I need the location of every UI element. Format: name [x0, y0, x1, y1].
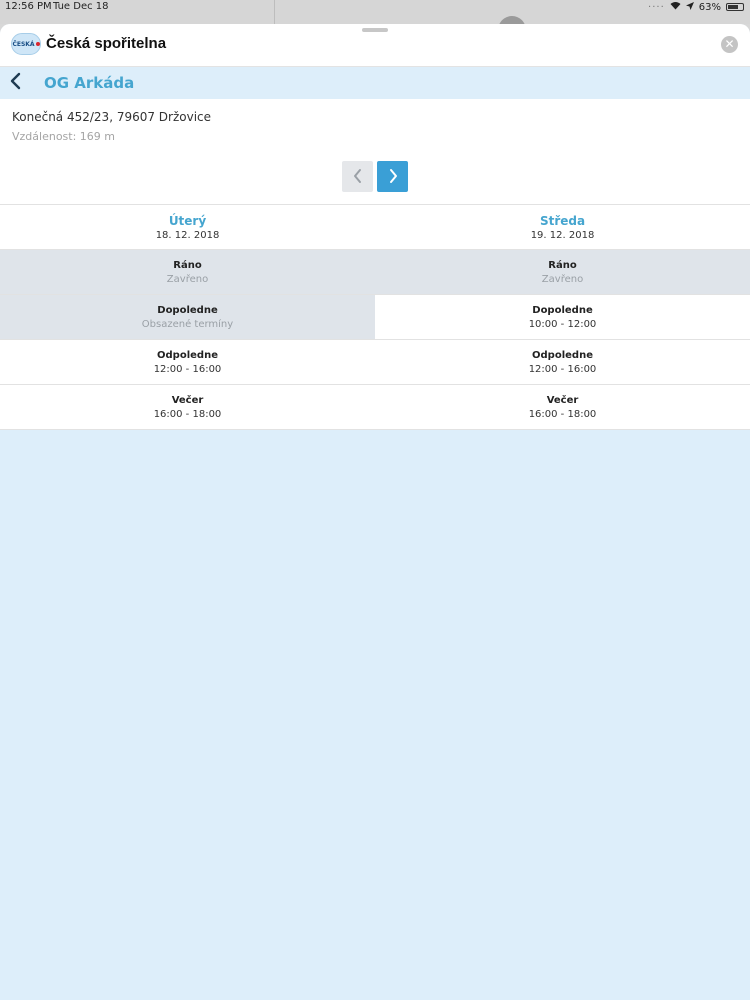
slot-row-forenoon: Dopoledne Obsazené termíny Dopoledne 10:…: [0, 295, 750, 340]
slot-name: Ráno: [548, 259, 577, 271]
slot-value: 16:00 - 18:00: [153, 408, 222, 420]
slot-name: Odpoledne: [157, 349, 218, 361]
day-name: Středa: [539, 213, 586, 228]
slot-name: Ráno: [173, 259, 202, 271]
slot-name: Odpoledne: [532, 349, 593, 361]
status-indicators: ···· 63%: [648, 1, 744, 13]
location-arrow-icon: [685, 1, 694, 13]
time-slot-unavailable: Ráno Zavřeno: [0, 250, 375, 294]
close-icon[interactable]: ✕: [721, 36, 738, 53]
time-slot-available[interactable]: Dopoledne 10:00 - 12:00: [375, 295, 750, 339]
slot-name: Dopoledne: [532, 304, 593, 316]
slot-row-evening: Večer 16:00 - 18:00 Večer 16:00 - 18:00: [0, 385, 750, 430]
slot-value: Obsazené termíny: [141, 318, 234, 330]
status-bar: 12:56 PM Tue Dec 18 ···· 63%: [0, 0, 750, 24]
background-divider: [274, 0, 275, 24]
bank-logo: ČESKÁ: [11, 33, 41, 55]
time-slot-unavailable: Ráno Zavřeno: [375, 250, 750, 294]
nav-bar: OG Arkáda: [0, 67, 750, 99]
day-date: 18. 12. 2018: [155, 229, 220, 241]
app-header: ČESKÁ Česká spořitelna ✕: [0, 24, 750, 67]
signal-dots-icon: ····: [648, 1, 665, 13]
time-slot-available[interactable]: Odpoledne 12:00 - 16:00: [0, 340, 375, 384]
slot-row-afternoon: Odpoledne 12:00 - 16:00 Odpoledne 12:00 …: [0, 340, 750, 385]
slot-value: Zavřeno: [166, 273, 209, 285]
status-time: 12:56 PM: [5, 1, 52, 12]
modal-sheet: ČESKÁ Česká spořitelna ✕ OG Arkáda Koneč…: [0, 24, 750, 1000]
day-header: Úterý 18. 12. 2018: [0, 205, 375, 249]
slot-value: 10:00 - 12:00: [528, 318, 597, 330]
chevron-right-icon: [389, 169, 397, 183]
battery-percent: 63%: [698, 1, 721, 13]
previous-page-button[interactable]: [342, 161, 373, 192]
chevron-left-icon: [353, 169, 361, 183]
slot-value: 16:00 - 18:00: [528, 408, 597, 420]
time-slot-unavailable: Dopoledne Obsazené termíny: [0, 295, 375, 339]
chevron-left-icon: [10, 72, 21, 90]
time-slot-available[interactable]: Odpoledne 12:00 - 16:00: [375, 340, 750, 384]
slot-row-morning: Ráno Zavřeno Ráno Zavřeno: [0, 250, 750, 295]
logo-text: ČESKÁ: [12, 40, 35, 48]
day-header: Středa 19. 12. 2018: [375, 205, 750, 249]
branch-info: Konečná 452/23, 79607 Držovice Vzdálenos…: [0, 99, 750, 204]
day-header-row: Úterý 18. 12. 2018 Středa 19. 12. 2018: [0, 205, 750, 250]
day-name: Úterý: [168, 213, 207, 228]
time-slot-available[interactable]: Večer 16:00 - 18:00: [375, 385, 750, 429]
schedule-table: Úterý 18. 12. 2018 Středa 19. 12. 2018 R…: [0, 204, 750, 430]
page-title: OG Arkáda: [44, 74, 135, 92]
battery-icon: [726, 3, 744, 11]
app-title: Česká spořitelna: [46, 35, 167, 52]
next-page-button[interactable]: [377, 161, 408, 192]
slot-value: Zavřeno: [541, 273, 584, 285]
slot-value: 12:00 - 16:00: [528, 363, 597, 375]
branch-address: Konečná 452/23, 79607 Držovice: [12, 110, 212, 124]
back-button[interactable]: [8, 71, 28, 95]
wifi-icon: [670, 1, 681, 13]
status-date: Tue Dec 18: [53, 1, 109, 12]
time-slot-available[interactable]: Večer 16:00 - 18:00: [0, 385, 375, 429]
logo-dot: [35, 42, 40, 46]
slot-name: Večer: [171, 394, 204, 406]
slot-name: Dopoledne: [157, 304, 218, 316]
branch-distance: Vzdálenost: 169 m: [12, 130, 116, 143]
day-date: 19. 12. 2018: [530, 229, 595, 241]
slot-value: 12:00 - 16:00: [153, 363, 222, 375]
slot-name: Večer: [546, 394, 579, 406]
sheet-grabber[interactable]: [362, 28, 388, 32]
